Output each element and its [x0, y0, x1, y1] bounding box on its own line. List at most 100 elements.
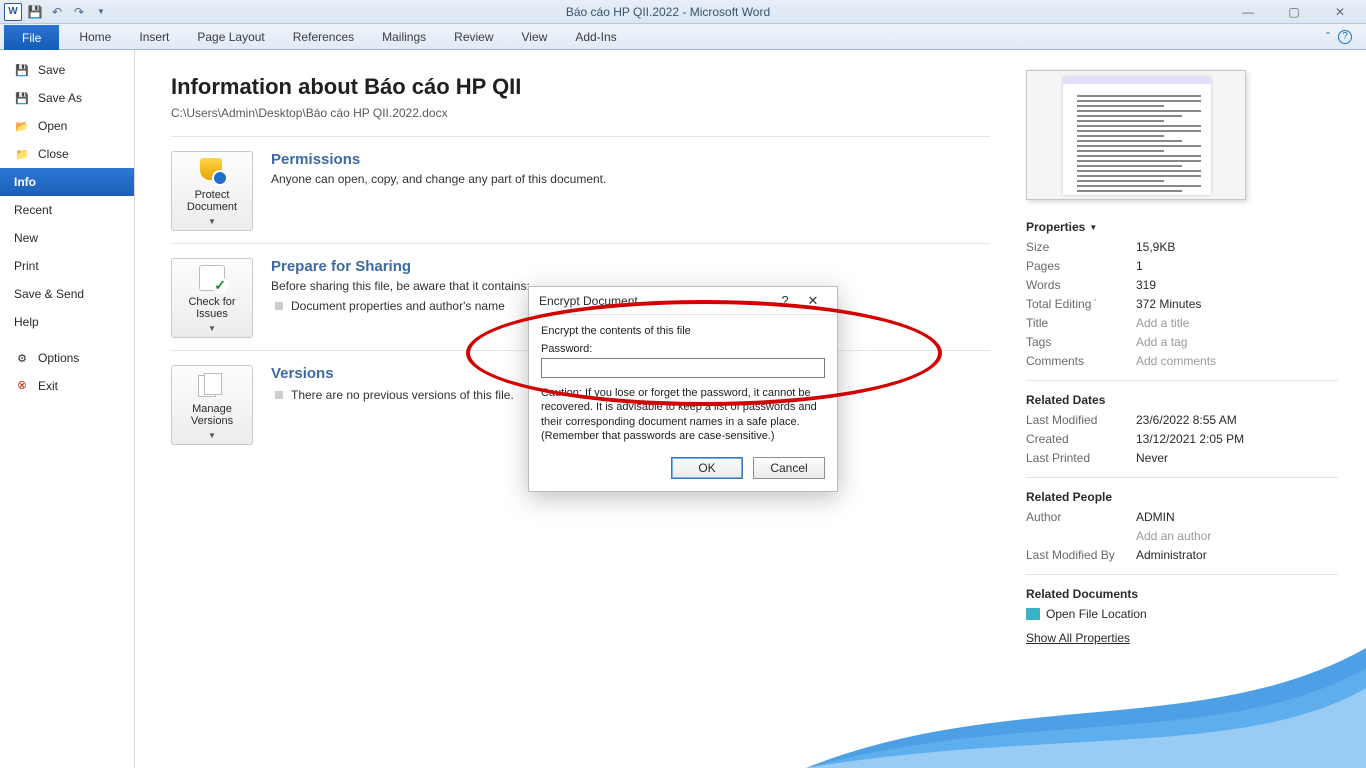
dialog-close-icon[interactable]: ✕ — [799, 293, 827, 309]
sidebar-item-label: Save As — [38, 91, 82, 105]
document-path: C:\Users\Admin\Desktop\Báo cáo HP QII.20… — [171, 106, 990, 120]
bullet-text: There are no previous versions of this f… — [291, 388, 514, 402]
dialog-help-icon[interactable]: ? — [771, 293, 799, 308]
properties-column: Properties▼ Size15,9KB Pages1 Words319 T… — [1026, 50, 1366, 768]
sidebar-item-help[interactable]: Help — [0, 308, 134, 336]
tab-insert[interactable]: Insert — [125, 24, 183, 49]
sidebar-item-label: Recent — [14, 203, 52, 217]
maximize-button[interactable]: ▢ — [1272, 2, 1316, 22]
word-logo-icon: W — [4, 3, 22, 21]
sidebar-item-save-send[interactable]: Save & Send — [0, 280, 134, 308]
quick-access-toolbar: W 💾 ↶ ↷ ▼ — [4, 3, 110, 21]
sidebar-item-save-as[interactable]: 💾 Save As — [0, 84, 134, 112]
info-heading: Information about Báo cáo HP QII — [171, 74, 990, 100]
folder-icon — [1026, 608, 1040, 620]
sidebar-item-label: Exit — [38, 379, 58, 393]
minimize-button[interactable]: — — [1226, 2, 1270, 22]
undo-icon[interactable]: ↶ — [48, 3, 66, 21]
related-documents-header: Related Documents — [1026, 587, 1338, 601]
sidebar-item-label: Options — [38, 351, 79, 365]
tab-file[interactable]: File — [4, 25, 59, 50]
related-dates-header: Related Dates — [1026, 393, 1338, 407]
versions-icon — [195, 370, 229, 399]
options-icon: ⚙ — [14, 351, 30, 365]
sidebar-item-label: Open — [38, 119, 67, 133]
shield-lock-icon — [195, 156, 229, 185]
button-label: Manage Versions — [176, 403, 248, 427]
prop-row-created: Created13/12/2021 2:05 PM — [1026, 432, 1338, 446]
folder-open-icon: 📂 — [14, 119, 30, 133]
sidebar-item-exit[interactable]: ⮿ Exit — [0, 372, 134, 400]
tab-references[interactable]: References — [279, 24, 368, 49]
bullet-item: Document properties and author's name — [271, 299, 530, 313]
redo-icon[interactable]: ↷ — [70, 3, 88, 21]
help-icon[interactable]: ? — [1338, 30, 1352, 44]
prop-row-comments[interactable]: CommentsAdd comments — [1026, 354, 1338, 368]
backstage-sidebar: 💾Save 💾Save As 📂Open 📁Close Info Recent … — [0, 50, 135, 768]
close-window-button[interactable]: ✕ — [1318, 2, 1362, 22]
password-input[interactable] — [541, 358, 825, 378]
sidebar-item-print[interactable]: Print — [0, 252, 134, 280]
sidebar-item-label: Save & Send — [14, 287, 84, 301]
qat-dropdown-icon[interactable]: ▼ — [92, 3, 110, 21]
sidebar-item-save[interactable]: 💾Save — [0, 56, 134, 84]
prop-row-author: AuthorADMIN — [1026, 510, 1338, 524]
open-file-location-link[interactable]: Open File Location — [1026, 607, 1338, 621]
sidebar-item-info[interactable]: Info — [0, 168, 134, 196]
exit-icon: ⮿ — [14, 379, 30, 393]
divider — [1026, 477, 1338, 478]
section-body: Prepare for Sharing Before sharing this … — [271, 258, 530, 338]
bullet-icon — [275, 391, 283, 399]
sidebar-item-new[interactable]: New — [0, 224, 134, 252]
cancel-button[interactable]: Cancel — [753, 457, 825, 479]
tab-home[interactable]: Home — [65, 24, 125, 49]
sidebar-item-label: Info — [14, 175, 36, 189]
tab-mailings[interactable]: Mailings — [368, 24, 440, 49]
sidebar-item-recent[interactable]: Recent — [0, 196, 134, 224]
section-body: Versions There are no previous versions … — [271, 365, 514, 445]
prop-row-last-modified-by: Last Modified ByAdministrator — [1026, 548, 1338, 562]
prop-row-edit-time: Total Editing Time372 Minutes — [1026, 297, 1338, 311]
save-as-icon: 💾 — [14, 91, 30, 105]
minimize-ribbon-icon[interactable]: ˆ — [1326, 30, 1330, 44]
dialog-body: Encrypt the contents of this file Passwo… — [529, 315, 837, 447]
prop-row-size: Size15,9KB — [1026, 240, 1338, 254]
folder-close-icon: 📁 — [14, 147, 30, 161]
sidebar-item-close[interactable]: 📁Close — [0, 140, 134, 168]
prop-row-last-printed: Last PrintedNever — [1026, 451, 1338, 465]
ok-button[interactable]: OK — [671, 457, 743, 479]
document-thumbnail — [1026, 70, 1246, 200]
prop-row-add-author[interactable]: Add an author — [1026, 529, 1338, 543]
section-permissions: Protect Document ▼ Permissions Anyone ca… — [171, 151, 990, 231]
encrypt-document-dialog: Encrypt Document ? ✕ Encrypt the content… — [528, 286, 838, 492]
tab-review[interactable]: Review — [440, 24, 507, 49]
sidebar-item-label: Print — [14, 259, 39, 273]
protect-document-button[interactable]: Protect Document ▼ — [171, 151, 253, 231]
window-title: Báo cáo HP QII.2022 - Microsoft Word — [110, 5, 1226, 19]
tab-page-layout[interactable]: Page Layout — [183, 24, 278, 49]
tab-view[interactable]: View — [508, 24, 562, 49]
show-all-properties-link[interactable]: Show All Properties — [1026, 631, 1338, 645]
prop-row-title[interactable]: TitleAdd a title — [1026, 316, 1338, 330]
password-label: Password: — [541, 343, 825, 355]
check-document-icon — [195, 263, 229, 292]
sidebar-item-open[interactable]: 📂 Open — [0, 112, 134, 140]
title-bar: W 💾 ↶ ↷ ▼ Báo cáo HP QII.2022 - Microsof… — [0, 0, 1366, 24]
related-people-header: Related People — [1026, 490, 1338, 504]
prop-row-tags[interactable]: TagsAdd a tag — [1026, 335, 1338, 349]
sidebar-item-label: Save — [38, 63, 65, 77]
section-title: Versions — [271, 365, 514, 382]
bullet-icon — [275, 302, 283, 310]
sidebar-item-options[interactable]: ⚙ Options — [0, 344, 134, 372]
chevron-down-icon: ▼ — [208, 324, 216, 333]
dialog-subtitle: Encrypt the contents of this file — [541, 325, 825, 337]
properties-header[interactable]: Properties▼ — [1026, 220, 1338, 234]
prop-row-pages: Pages1 — [1026, 259, 1338, 273]
section-title: Prepare for Sharing — [271, 258, 530, 275]
tab-addins[interactable]: Add-Ins — [561, 24, 630, 49]
divider — [171, 136, 990, 137]
divider — [1026, 380, 1338, 381]
check-for-issues-button[interactable]: Check for Issues ▼ — [171, 258, 253, 338]
save-icon[interactable]: 💾 — [26, 3, 44, 21]
manage-versions-button[interactable]: Manage Versions ▼ — [171, 365, 253, 445]
